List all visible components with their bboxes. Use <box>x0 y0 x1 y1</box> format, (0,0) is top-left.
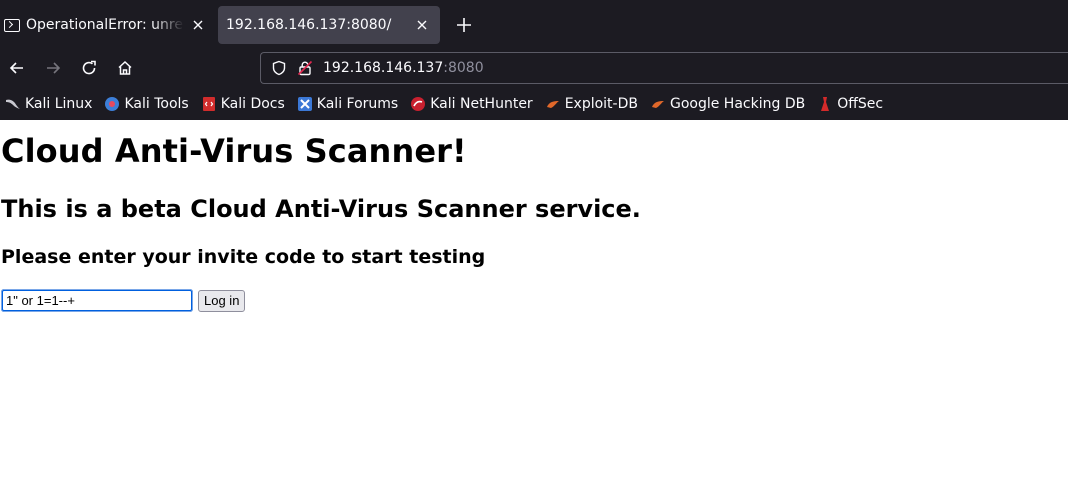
ghdb-icon <box>650 96 666 112</box>
bookmark-kali-nethunter[interactable]: Kali NetHunter <box>410 96 533 112</box>
bookmark-offsec[interactable]: OffSec <box>817 96 883 112</box>
home-icon <box>118 60 132 75</box>
insecure-lock-icon[interactable] <box>295 58 315 78</box>
address-bar[interactable]: 192.168.146.137:8080 <box>260 52 1068 84</box>
reload-icon <box>82 60 96 75</box>
exploit-db-icon <box>545 96 561 112</box>
login-button[interactable]: Log in <box>198 289 246 312</box>
bookmark-label: Google Hacking DB <box>669 96 806 112</box>
reload-button[interactable] <box>71 52 107 84</box>
home-button[interactable] <box>107 52 143 84</box>
bookmark-label: Exploit-DB <box>564 96 638 112</box>
kali-tools-icon <box>104 96 120 112</box>
bookmark-kali-linux[interactable]: Kali Linux <box>5 96 92 112</box>
kali-forums-icon <box>297 96 313 112</box>
arrow-left-icon <box>9 62 23 74</box>
tab-strip: OperationalError: unrecognized token 192… <box>0 0 1068 48</box>
arrow-right-icon <box>47 62 61 74</box>
bookmark-label: Kali Linux <box>25 96 93 112</box>
url-text: 192.168.146.137:8080 <box>323 60 484 76</box>
bookmark-google-hacking-db[interactable]: Google Hacking DB <box>650 96 805 112</box>
terminal-favicon-icon <box>4 18 20 32</box>
invite-prompt: Please enter your invite code to start t… <box>1 246 486 268</box>
tab-operational-error[interactable]: OperationalError: unrecognized token <box>0 6 216 44</box>
tab-active-host[interactable]: 192.168.146.137:8080/ <box>218 6 440 44</box>
browser-chrome: OperationalError: unrecognized token 192… <box>0 0 1068 120</box>
url-port: :8080 <box>443 60 484 76</box>
plus-icon <box>457 18 471 32</box>
offsec-icon <box>817 96 833 112</box>
bookmark-label: Kali NetHunter <box>430 96 533 112</box>
bookmark-label: Kali Forums <box>316 96 399 112</box>
bookmark-label: Kali Docs <box>220 96 285 112</box>
kali-docs-icon <box>201 96 217 112</box>
tab-title: OperationalError: unrecognized token <box>26 17 184 33</box>
kali-dragon-icon <box>5 96 21 112</box>
bookmark-kali-docs[interactable]: Kali Docs <box>201 96 285 112</box>
bookmark-kali-forums[interactable]: Kali Forums <box>297 96 398 112</box>
forward-button[interactable] <box>35 52 71 84</box>
tab-title: 192.168.146.137:8080/ <box>226 17 392 33</box>
close-tab-icon[interactable] <box>190 17 206 33</box>
page-title: Cloud Anti-Virus Scanner! <box>1 132 467 170</box>
page-subtitle: This is a beta Cloud Anti-Virus Scanner … <box>1 195 641 223</box>
close-tab-icon[interactable] <box>414 17 430 33</box>
url-host: 192.168.146.137 <box>323 60 444 76</box>
new-tab-button[interactable] <box>444 6 484 44</box>
bookmarks-toolbar: Kali Linux Kali Tools Kali Docs Kali For… <box>0 88 1068 120</box>
kali-nethunter-icon <box>410 96 426 112</box>
invite-code-input[interactable] <box>1 289 193 312</box>
bookmark-label: Kali Tools <box>124 96 189 112</box>
navigation-bar: 192.168.146.137:8080 <box>0 48 1068 88</box>
bookmark-kali-tools[interactable]: Kali Tools <box>104 96 189 112</box>
shield-icon[interactable] <box>269 58 289 78</box>
bookmark-label: OffSec <box>837 96 884 112</box>
page-content: Cloud Anti-Virus Scanner! This is a beta… <box>0 120 1068 493</box>
invite-form: Log in <box>1 289 246 312</box>
bookmark-exploit-db[interactable]: Exploit-DB <box>545 96 638 112</box>
back-button[interactable] <box>0 52 35 84</box>
